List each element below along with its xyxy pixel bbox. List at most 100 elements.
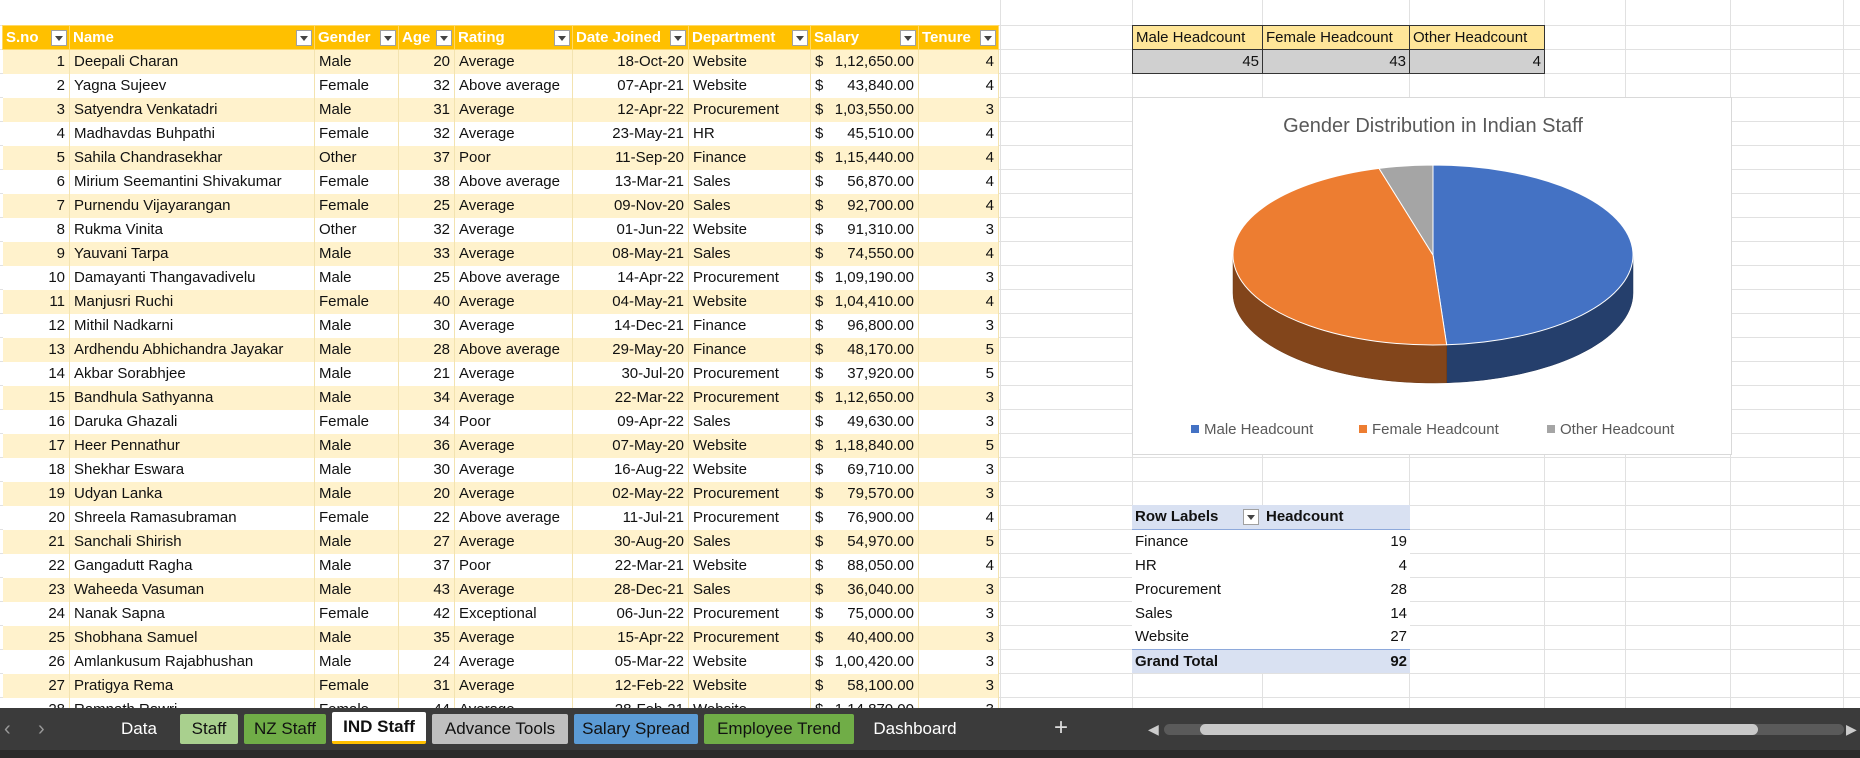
cell-department[interactable]: Website: [688, 289, 811, 314]
cell-name[interactable]: Purnendu Vijayarangan: [69, 193, 315, 218]
pivot-row-label[interactable]: HR: [1132, 553, 1263, 577]
cell-rating[interactable]: Average: [454, 577, 573, 602]
cell-tenure[interactable]: 3: [918, 649, 999, 674]
cell-age[interactable]: 34: [398, 385, 455, 410]
cell-name[interactable]: Amlankusum Rajabhushan: [69, 649, 315, 674]
cell-rating[interactable]: Above average: [454, 169, 573, 194]
cell-date-joined[interactable]: 16-Aug-22: [572, 457, 689, 482]
cell-age[interactable]: 25: [398, 265, 455, 290]
cell-tenure[interactable]: 4: [918, 193, 999, 218]
cell-sno[interactable]: 18: [2, 457, 70, 482]
cell-age[interactable]: 20: [398, 481, 455, 506]
cell-salary[interactable]: $54,970.00: [810, 529, 919, 554]
cell-age[interactable]: 42: [398, 601, 455, 626]
cell-rating[interactable]: Above average: [454, 337, 573, 362]
column-header-tenure[interactable]: Tenure: [918, 25, 999, 50]
cell-rating[interactable]: Average: [454, 457, 573, 482]
worksheet-grid[interactable]: S.no Name Gender Age Rating Date Joined Depart…: [0, 0, 1860, 708]
cell-salary[interactable]: $43,840.00: [810, 73, 919, 98]
cell-date-joined[interactable]: 28-Dec-21: [572, 577, 689, 602]
cell-date-joined[interactable]: 02-May-22: [572, 481, 689, 506]
cell-department[interactable]: Sales: [688, 577, 811, 602]
cell-date-joined[interactable]: 30-Aug-20: [572, 529, 689, 554]
cell-gender[interactable]: Male: [314, 385, 399, 410]
cell-date-joined[interactable]: 29-May-20: [572, 337, 689, 362]
cell-rating[interactable]: Exceptional: [454, 601, 573, 626]
column-header-salary[interactable]: Salary: [810, 25, 919, 50]
cell-name[interactable]: Heer Pennathur: [69, 433, 315, 458]
cell-age[interactable]: 43: [398, 577, 455, 602]
pivot-grand-total-value[interactable]: 92: [1263, 648, 1410, 673]
cell-tenure[interactable]: 4: [918, 49, 999, 74]
cell-department[interactable]: Procurement: [688, 601, 811, 626]
cell-sno[interactable]: 16: [2, 409, 70, 434]
cell-department[interactable]: Sales: [688, 529, 811, 554]
pivot-headcount-header[interactable]: Headcount: [1263, 505, 1410, 530]
pivot-row-label[interactable]: Finance: [1132, 529, 1263, 553]
pivot-row-value[interactable]: 28: [1263, 577, 1410, 601]
cell-sno[interactable]: 2: [2, 73, 70, 98]
cell-gender[interactable]: Female: [314, 73, 399, 98]
cell-gender[interactable]: Male: [314, 481, 399, 506]
cell-department[interactable]: Website: [688, 697, 811, 708]
cell-gender[interactable]: Male: [314, 49, 399, 74]
female-headcount-header[interactable]: Female Headcount: [1262, 25, 1410, 50]
column-header-department[interactable]: Department: [688, 25, 811, 50]
cell-sno[interactable]: 14: [2, 361, 70, 386]
cell-rating[interactable]: Above average: [454, 73, 573, 98]
filter-dropdown-icon[interactable]: [296, 30, 312, 46]
cell-department[interactable]: Sales: [688, 169, 811, 194]
cell-date-joined[interactable]: 07-Apr-21: [572, 73, 689, 98]
cell-date-joined[interactable]: 12-Apr-22: [572, 97, 689, 122]
column-header-date-joined[interactable]: Date Joined: [572, 25, 689, 50]
cell-date-joined[interactable]: 14-Dec-21: [572, 313, 689, 338]
cell-name[interactable]: Manjusri Ruchi: [69, 289, 315, 314]
cell-sno[interactable]: 13: [2, 337, 70, 362]
cell-date-joined[interactable]: 08-May-21: [572, 241, 689, 266]
cell-gender[interactable]: Male: [314, 625, 399, 650]
cell-gender[interactable]: Male: [314, 649, 399, 674]
cell-age[interactable]: 21: [398, 361, 455, 386]
cell-age[interactable]: 30: [398, 457, 455, 482]
pivot-grand-total-label[interactable]: Grand Total: [1132, 648, 1263, 673]
cell-age[interactable]: 44: [398, 697, 455, 708]
cell-gender[interactable]: Other: [314, 145, 399, 170]
cell-gender[interactable]: Male: [314, 457, 399, 482]
cell-department[interactable]: Website: [688, 73, 811, 98]
cell-date-joined[interactable]: 05-Mar-22: [572, 649, 689, 674]
cell-age[interactable]: 27: [398, 529, 455, 554]
cell-sno[interactable]: 11: [2, 289, 70, 314]
cell-name[interactable]: Nanak Sapna: [69, 601, 315, 626]
cell-name[interactable]: Shobhana Samuel: [69, 625, 315, 650]
cell-tenure[interactable]: 4: [918, 73, 999, 98]
cell-salary[interactable]: $79,570.00: [810, 481, 919, 506]
cell-tenure[interactable]: 4: [918, 505, 999, 530]
cell-date-joined[interactable]: 09-Nov-20: [572, 193, 689, 218]
cell-age[interactable]: 37: [398, 553, 455, 578]
cell-salary[interactable]: $96,800.00: [810, 313, 919, 338]
cell-sno[interactable]: 22: [2, 553, 70, 578]
male-headcount-header[interactable]: Male Headcount: [1132, 25, 1263, 50]
cell-name[interactable]: Shekhar Eswara: [69, 457, 315, 482]
cell-sno[interactable]: 10: [2, 265, 70, 290]
cell-date-joined[interactable]: 12-Feb-22: [572, 673, 689, 698]
cell-sno[interactable]: 19: [2, 481, 70, 506]
cell-tenure[interactable]: 3: [918, 481, 999, 506]
column-header-rating[interactable]: Rating: [454, 25, 573, 50]
cell-name[interactable]: Daruka Ghazali: [69, 409, 315, 434]
cell-department[interactable]: Procurement: [688, 361, 811, 386]
cell-name[interactable]: Madhavdas Buhpathi: [69, 121, 315, 146]
cell-salary[interactable]: $40,400.00: [810, 625, 919, 650]
cell-gender[interactable]: Female: [314, 193, 399, 218]
column-header-gender[interactable]: Gender: [314, 25, 399, 50]
filter-dropdown-icon[interactable]: [554, 30, 570, 46]
female-headcount-value[interactable]: 43: [1262, 49, 1410, 74]
cell-department[interactable]: Finance: [688, 313, 811, 338]
other-headcount-value[interactable]: 4: [1409, 49, 1545, 74]
cell-name[interactable]: Akbar Sorabhjee: [69, 361, 315, 386]
cell-gender[interactable]: Male: [314, 241, 399, 266]
cell-rating[interactable]: Average: [454, 49, 573, 74]
column-header-s-no[interactable]: S.no: [2, 25, 70, 50]
cell-date-joined[interactable]: 11-Sep-20: [572, 145, 689, 170]
cell-name[interactable]: Bandhula Sathyanna: [69, 385, 315, 410]
